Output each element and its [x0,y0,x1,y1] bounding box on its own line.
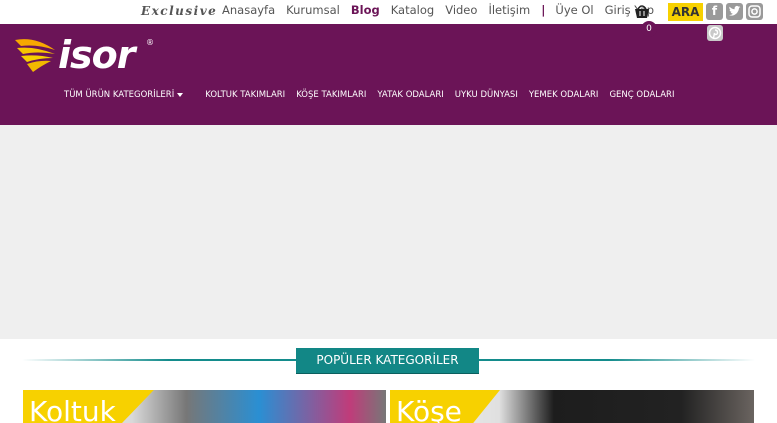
link-catalog[interactable]: Katalog [391,3,434,17]
nav-sleep-world[interactable]: UYKU DÜNYASI [455,90,518,100]
registered-mark: ® [146,38,154,47]
main-nav: TÜM ÜRÜN KATEGORİLERİ KOLTUK TAKIMLARI K… [64,90,685,100]
nav-youth-rooms[interactable]: GENÇ ODALARI [609,90,674,100]
nav-dining-rooms[interactable]: YEMEK ODALARI [529,90,599,100]
twitter-icon[interactable] [726,3,743,20]
category-tile-sofa[interactable]: Koltuk [23,390,386,423]
nav-all-categories[interactable]: TÜM ÜRÜN KATEGORİLERİ [64,90,194,100]
chevron-down-icon [177,92,184,97]
category-tile-corner-label: Köşe [390,390,500,423]
nav-bedrooms[interactable]: YATAK ODALARI [377,90,443,100]
search-button[interactable]: ARA [668,3,703,21]
link-corporate[interactable]: Kurumsal [286,3,340,17]
logo-text[interactable]: isor [58,33,135,77]
facebook-icon[interactable]: f [706,3,723,20]
exclusive-tagline: Exclusive [141,4,218,18]
nav-corner-sets[interactable]: KÖŞE TAKIMLARI [296,90,366,100]
link-video[interactable]: Video [445,3,477,17]
hero-banner[interactable] [0,125,777,339]
register-link[interactable]: Üye Ol [555,3,593,17]
top-bar: Exclusive Anasayfa Kurumsal Blog Katalog… [0,0,777,24]
link-home[interactable]: Anasayfa [222,3,275,17]
nav-sofa-sets[interactable]: KOLTUK TAKIMLARI [205,90,285,100]
pinterest-icon[interactable] [707,25,723,41]
category-tile-corner[interactable]: Köşe [390,390,754,423]
separator: | [541,3,546,17]
nav-all-categories-label: TÜM ÜRÜN KATEGORİLERİ [64,90,175,100]
link-contact[interactable]: İletişim [488,3,530,17]
category-tile-sofa-label: Koltuk [23,390,154,423]
cart-count-badge: 0 [641,21,657,37]
logo-wing-icon[interactable] [13,36,57,74]
top-links: Anasayfa Kurumsal Blog Katalog Video İle… [222,3,665,17]
basket-icon[interactable] [633,3,651,19]
link-blog[interactable]: Blog [351,3,380,17]
popular-categories-title: POPÜLER KATEGORİLER [296,348,479,373]
instagram-icon[interactable] [746,3,763,20]
